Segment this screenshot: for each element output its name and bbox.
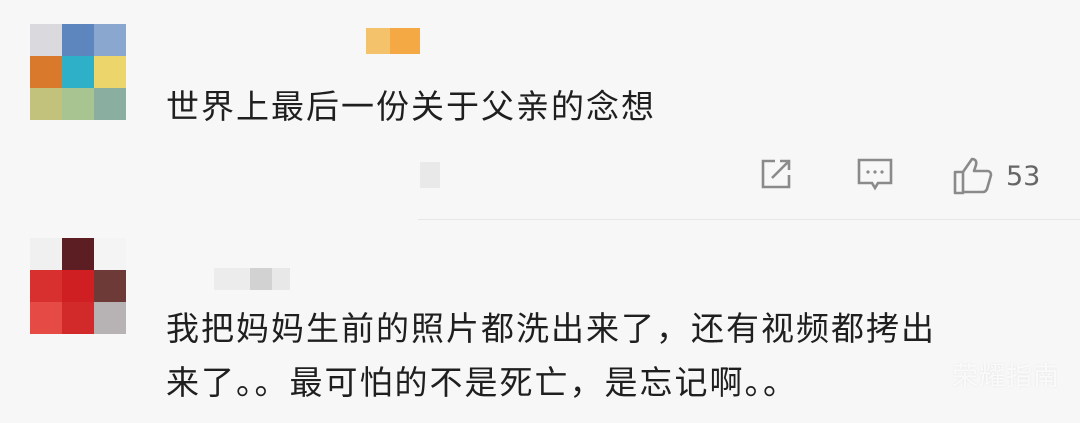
comment-2: 我把妈妈生前的照片都洗出来了，还有视频都拷出 来了。。最可怕的不是死亡，是忘记啊…	[0, 220, 1080, 423]
thumbs-up-icon	[952, 156, 994, 196]
username-redacted[interactable]	[366, 28, 420, 54]
watermark: 荣耀指南	[951, 362, 1060, 392]
comment-text-line-2: 来了。。最可怕的不是死亡，是忘记啊。。	[166, 363, 798, 402]
comment-text-line-1: 我把妈妈生前的照片都洗出来了，还有视频都拷出	[166, 309, 936, 348]
timestamp-redacted	[420, 162, 440, 188]
comment-text: 世界上最后一份关于父亲的念想	[166, 87, 656, 126]
like-count: 53	[1006, 160, 1041, 192]
comment-bubble-icon	[856, 156, 894, 194]
comment-1: 世界上最后一份关于父亲的念想 53	[0, 0, 1080, 220]
share-square-icon	[758, 156, 794, 192]
username-redacted[interactable]	[214, 268, 290, 290]
like-button[interactable]: 53	[952, 156, 1040, 196]
avatar-pixelated[interactable]	[30, 238, 126, 334]
avatar-pixelated[interactable]	[30, 24, 126, 120]
reply-button[interactable]	[856, 156, 894, 194]
share-button[interactable]	[758, 156, 794, 192]
